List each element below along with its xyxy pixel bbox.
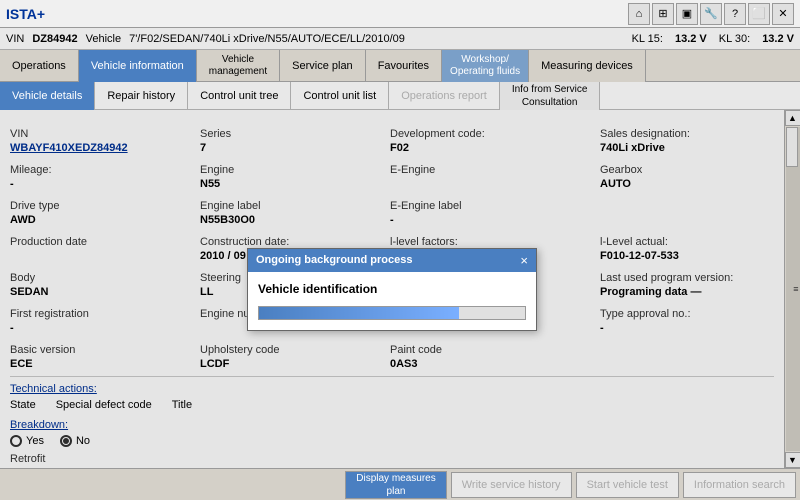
app-title: ISTA+ <box>6 6 45 22</box>
display-measures-plan-button[interactable]: Display measuresplan <box>345 471 446 499</box>
vehicle-bar: VIN DZ84942 Vehicle 7'/F02/SEDAN/740Li x… <box>0 28 800 50</box>
modal-title-text: Ongoing background process <box>256 254 412 266</box>
menu-icon: ≡ <box>793 284 798 294</box>
subtab-control-unit-list[interactable]: Control unit list <box>291 82 389 110</box>
grid-icon[interactable]: ⊞ <box>652 3 674 25</box>
wrench-icon[interactable]: 🔧 <box>700 3 722 25</box>
bottom-bar: Display measuresplan Write service histo… <box>0 468 800 500</box>
progress-bar-fill <box>259 307 459 319</box>
tab-workshop[interactable]: Workshop/Operating fluids <box>442 50 529 82</box>
vehicle-label: Vehicle <box>86 33 121 45</box>
kl30-value: 13.2 V <box>762 33 794 45</box>
window-icon[interactable]: ⬜ <box>748 3 770 25</box>
subtab-operations-report: Operations report <box>389 82 500 110</box>
scroll-thumb[interactable] <box>786 127 798 167</box>
scroll-up-button[interactable]: ▲ <box>785 110 800 126</box>
modal-dialog: Ongoing background process × Vehicle ide… <box>247 248 537 331</box>
modal-overlay: Ongoing background process × Vehicle ide… <box>0 110 784 468</box>
kl30-label: KL 30: <box>719 33 750 45</box>
subtab-info-service[interactable]: Info from ServiceConsultation <box>500 82 601 110</box>
modal-close-button[interactable]: × <box>520 253 528 268</box>
kl15-label: KL 15: <box>632 33 663 45</box>
vin-value: DZ84942 <box>32 33 77 45</box>
scroll-down-button[interactable]: ▼ <box>785 452 800 468</box>
close-icon[interactable]: ✕ <box>772 3 794 25</box>
tab-operations[interactable]: Operations <box>0 50 79 82</box>
information-search-button[interactable]: Information search <box>683 472 796 498</box>
help-icon[interactable]: ? <box>724 3 746 25</box>
content-area: VIN WBAYF410XEDZ84942 Series 7 Developme… <box>0 110 784 468</box>
kl15-value: 13.2 V <box>675 33 707 45</box>
start-vehicle-test-button[interactable]: Start vehicle test <box>576 472 679 498</box>
tab-favourites[interactable]: Favourites <box>366 50 442 82</box>
modal-body: Vehicle identification <box>248 272 536 330</box>
nav-tabs: Operations Vehicle information Vehiclema… <box>0 50 800 82</box>
tab-measuring-devices[interactable]: Measuring devices <box>529 50 646 82</box>
sub-tabs: Vehicle details Repair history Control u… <box>0 82 800 110</box>
tab-vehicle-management[interactable]: Vehiclemanagement <box>197 50 280 82</box>
home-icon[interactable]: ⌂ <box>628 3 650 25</box>
subtab-control-unit-tree[interactable]: Control unit tree <box>188 82 291 110</box>
main-content: VIN WBAYF410XEDZ84942 Series 7 Developme… <box>0 110 800 468</box>
write-service-history-button[interactable]: Write service history <box>451 472 572 498</box>
image-icon[interactable]: ▣ <box>676 3 698 25</box>
scrollbar: ▲ ≡ ▼ <box>784 110 800 468</box>
tab-service-plan[interactable]: Service plan <box>280 50 366 82</box>
modal-body-title: Vehicle identification <box>258 282 526 296</box>
kl-values: KL 15: 13.2 V KL 30: 13.2 V <box>632 33 794 45</box>
vin-label: VIN <box>6 33 24 45</box>
subtab-vehicle-details[interactable]: Vehicle details <box>0 82 95 110</box>
tab-vehicle-information[interactable]: Vehicle information <box>79 50 197 82</box>
scroll-track[interactable]: ≡ <box>786 127 800 451</box>
subtab-repair-history[interactable]: Repair history <box>95 82 188 110</box>
progress-bar-container <box>258 306 526 320</box>
top-icons: ⌂ ⊞ ▣ 🔧 ? ⬜ ✕ <box>628 3 794 25</box>
top-bar: ISTA+ ⌂ ⊞ ▣ 🔧 ? ⬜ ✕ <box>0 0 800 28</box>
modal-header: Ongoing background process × <box>248 249 536 272</box>
vehicle-value: 7'/F02/SEDAN/740Li xDrive/N55/AUTO/ECE/L… <box>129 33 405 45</box>
